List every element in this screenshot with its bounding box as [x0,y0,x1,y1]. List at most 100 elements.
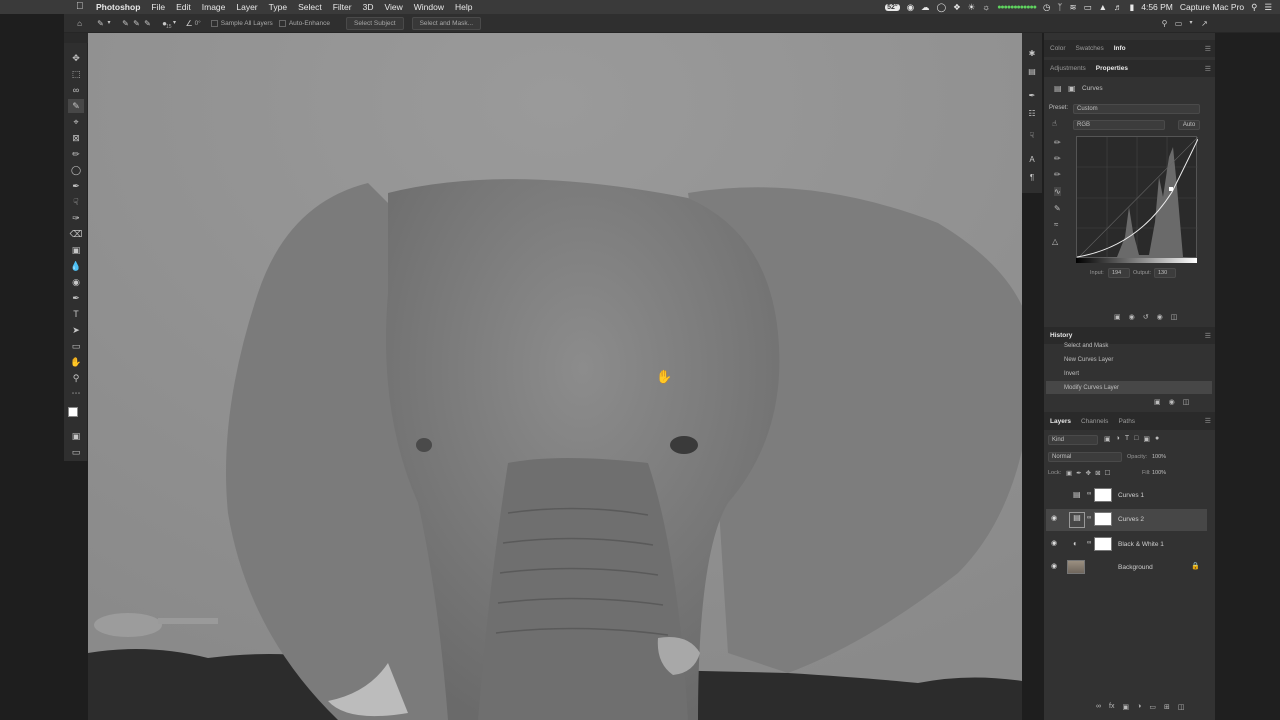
history-brush-icon[interactable]: ✑ [68,211,84,225]
cloud-icon[interactable]: ☁ [921,2,930,13]
clock-time[interactable]: 4:56 PM [1141,2,1173,12]
layer-mask-icon[interactable]: ▣ [1068,84,1076,93]
add-mask-icon[interactable]: ▣ [1122,703,1129,711]
search-icon[interactable]: ⚲ [1251,2,1257,13]
layer-filter-select[interactable]: Kind [1048,435,1098,445]
sample-all-layers-checkbox[interactable] [210,19,218,27]
subtract-selection-icon[interactable]: ✎ [142,18,153,29]
camera-icon[interactable]: ◉ [907,2,914,13]
menu-help[interactable]: Help [455,2,472,12]
delete-icon[interactable]: ◫ [1178,703,1185,711]
visibility-icon[interactable]: ◉ [1157,313,1163,321]
tab-properties[interactable]: Properties [1096,65,1128,72]
tab-swatches[interactable]: Swatches [1076,45,1104,52]
adjust-icon[interactable]: ☷ [1026,109,1038,121]
tab-paths[interactable]: Paths [1118,418,1135,425]
menu-select[interactable]: Select [298,2,322,12]
lock-image-icon[interactable]: ✒ [1076,469,1081,477]
rectangle-tool-icon[interactable]: ▭ [68,339,84,353]
white-point-eyedropper-icon[interactable]: ✏ [1054,170,1061,179]
layer-name[interactable]: Background [1118,564,1153,571]
screen-mode-icon[interactable]: ▭ [68,445,84,459]
gradient-tool-icon[interactable]: ▣ [68,243,84,257]
paragraph-icon[interactable]: ¶ [1026,173,1038,185]
type-tool-icon[interactable]: T [68,307,84,321]
black-point-eyedropper-icon[interactable]: ✏ [1054,138,1061,147]
layer-thumbnail[interactable] [1067,560,1085,574]
histogram-icon[interactable]: ▤ [1026,67,1038,79]
menu-type[interactable]: Type [269,2,287,12]
clone-stamp-icon[interactable]: ☟ [68,195,84,209]
panel-menu-icon[interactable]: ☰ [1205,65,1211,73]
angle-icon[interactable]: ∠ [184,18,195,29]
history-item[interactable]: Modify Curves Layer [1046,381,1212,394]
layer-name[interactable]: Curves 2 [1118,516,1144,523]
airplay-icon[interactable]: ▲ [1099,2,1107,12]
preset-select[interactable]: Custom [1073,104,1200,114]
delete-icon[interactable]: ◫ [1183,398,1190,406]
fill-value[interactable]: 100% [1152,470,1166,476]
activity-dots-icon[interactable]: ●●●●●●●●●●●● [997,4,1037,11]
new-selection-icon[interactable]: ✎ [120,18,131,29]
panel-menu-icon[interactable]: ☰ [1205,45,1211,53]
healing-brush-icon[interactable]: ◯ [68,163,84,177]
curves-graph[interactable] [1076,136,1199,260]
blend-mode-select[interactable]: Normal [1048,452,1122,462]
layer-row-curves-2[interactable]: ◉ ▤ ∞ Curves 2 [1046,509,1207,531]
delete-icon[interactable]: ◫ [1171,313,1178,321]
layer-row-black-white[interactable]: ◉ ◐ ∞ Black & White 1 [1046,534,1207,556]
brush-settings-icon[interactable]: ✒ [1026,91,1038,103]
lock-transparent-icon[interactable]: ▣ [1066,469,1072,477]
workspace-icon[interactable]: ▭ [1173,18,1184,29]
lock-icon[interactable]: 🔒 [1191,562,1200,570]
eye-icon[interactable]: ◉ [1051,539,1057,547]
pixel-filter-icon[interactable]: ▣ [1104,435,1111,443]
auto-enhance-label[interactable]: Auto-Enhance [289,20,330,27]
compass-icon[interactable]: ☼ [982,2,990,12]
edit-points-icon[interactable]: ∿ [1054,187,1061,196]
list-icon[interactable]: ☰ [1264,2,1272,13]
artboard-icon[interactable]: ⊠ [1095,469,1100,477]
targeted-adjust-icon[interactable]: ☝ [1052,119,1057,128]
snapshot-icon[interactable]: ◉ [1169,398,1175,406]
opacity-value[interactable]: 100% [1152,454,1166,460]
quick-selection-tool-icon[interactable]: ✎ [68,99,84,113]
gray-point-eyedropper-icon[interactable]: ✏ [1054,154,1061,163]
clone-source-icon[interactable]: ☟ [1026,131,1038,143]
menu-file[interactable]: File [151,2,165,12]
at-icon[interactable]: ◯ [937,2,947,13]
menu-image[interactable]: Image [202,2,226,12]
volume-icon[interactable]: ♬ [1114,2,1123,12]
chevron-down-icon[interactable]: ▾ [172,18,178,29]
menu-view[interactable]: View [384,2,402,12]
link-layers-icon[interactable]: ∞ [1096,703,1101,711]
layer-mask-thumbnail[interactable] [1094,512,1112,526]
sample-all-layers-label[interactable]: Sample All Layers [221,20,273,27]
new-adjustment-icon[interactable]: ◑ [1137,703,1141,711]
link-icon[interactable]: ∞ [1087,540,1091,546]
tab-color[interactable]: Color [1050,45,1066,52]
marquee-tool-icon[interactable]: ⬚ [68,67,84,81]
temperature-badge[interactable]: 52° [885,3,900,11]
layer-name[interactable]: Curves 1 [1118,492,1144,499]
quick-selection-tool-icon[interactable]: ✎ [95,18,106,29]
wifi-icon[interactable]: ≋ [1069,2,1076,13]
user-name[interactable]: Capture Mac Pro [1180,2,1244,12]
clip-to-layer-icon[interactable]: ▣ [1114,313,1121,321]
display-icon[interactable]: ▭ [1084,2,1092,13]
angle-value[interactable]: 0° [195,20,201,27]
path-selection-icon[interactable]: ➤ [68,323,84,337]
battery-icon[interactable]: ▮ [1130,2,1135,13]
bluetooth-icon[interactable]: ᛉ [1057,2,1062,12]
wifi-stat-icon[interactable]: ☀ [968,2,976,13]
draw-curve-icon[interactable]: ✎ [1054,204,1061,213]
smooth-curve-icon[interactable]: ≈ [1054,220,1058,229]
layer-name[interactable]: Black & White 1 [1118,541,1164,548]
history-item[interactable]: Select and Mask [1046,342,1212,349]
menu-window[interactable]: Window [414,2,444,12]
home-icon[interactable]: ⌂ [74,18,85,29]
brush-tool-icon[interactable]: ✒ [68,179,84,193]
adjustment-filter-icon[interactable]: ◑ [1116,435,1120,443]
smart-object-filter-icon[interactable]: ▣ [1143,435,1150,443]
character-icon[interactable]: A [1026,155,1038,167]
